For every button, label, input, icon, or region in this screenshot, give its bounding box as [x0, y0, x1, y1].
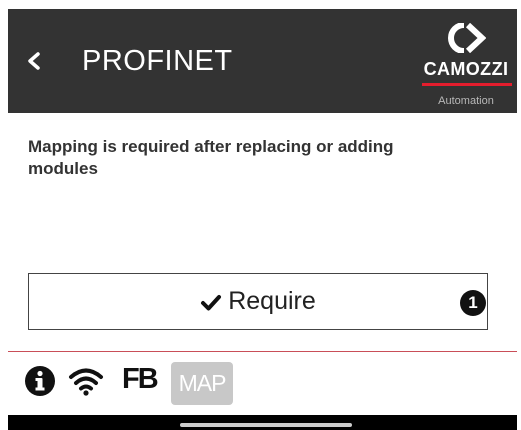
left-edge	[0, 0, 8, 430]
check-icon	[201, 294, 222, 310]
require-label: Require	[228, 287, 316, 315]
bottom-toolbar: FB MAP	[24, 362, 324, 406]
camozzi-logo: CAMOZZI Automation	[418, 17, 514, 109]
require-button[interactable]: Require 1	[28, 273, 488, 330]
chevron-left-icon	[28, 52, 40, 70]
logo-wordmark: CAMOZZI	[423, 59, 509, 79]
divider	[8, 351, 517, 352]
app-header: PROFINET CAMOZZI Automation	[8, 9, 517, 113]
info-icon[interactable]	[24, 365, 56, 397]
mapping-message: Mapping is required after replacing or a…	[28, 137, 394, 178]
back-button[interactable]	[22, 45, 46, 77]
wifi-icon[interactable]	[68, 365, 104, 397]
logo-subtitle: Automation	[438, 95, 494, 107]
camozzi-mark-icon	[448, 23, 486, 53]
right-edge	[517, 0, 521, 430]
page-title: PROFINET	[82, 45, 233, 77]
fieldbus-button[interactable]: FB	[122, 363, 159, 396]
system-nav-bar	[8, 415, 517, 430]
step-badge: 1	[460, 290, 486, 316]
logo-underline	[422, 83, 512, 86]
map-button[interactable]: MAP	[171, 362, 233, 405]
home-indicator[interactable]	[180, 423, 352, 427]
